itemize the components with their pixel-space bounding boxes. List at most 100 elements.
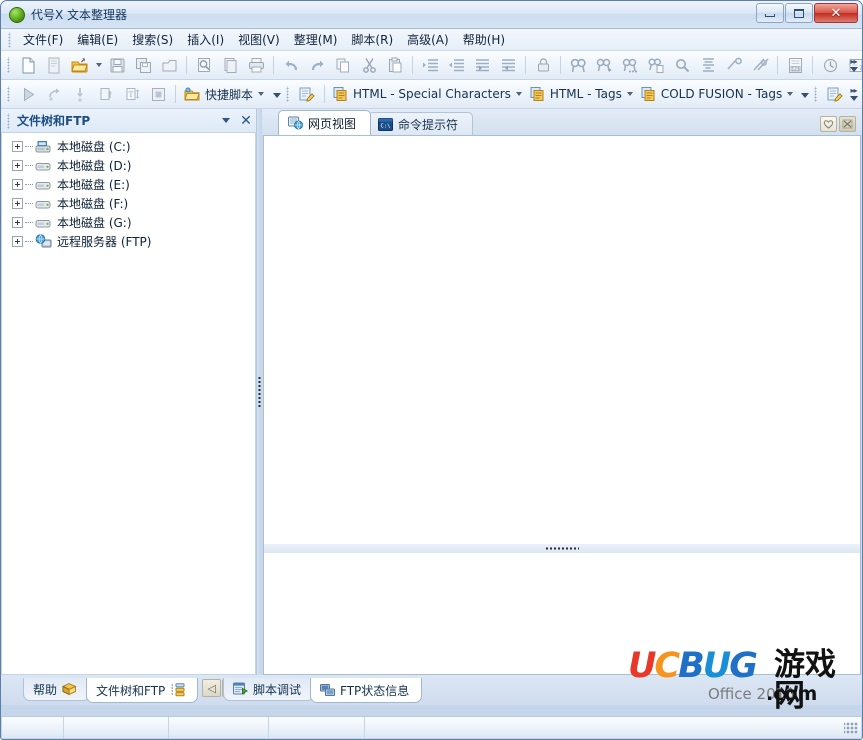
find-in-files-button[interactable] (618, 54, 642, 77)
panel-close-button[interactable]: ✕ (236, 112, 256, 130)
text-format-button[interactable]: T (120, 83, 144, 106)
menu-help[interactable]: 帮助(H) (456, 29, 512, 50)
expand-icon[interactable] (12, 217, 23, 228)
script-toolbar-grip[interactable] (6, 86, 11, 102)
undo-button[interactable] (279, 54, 303, 77)
cold-fusion-tags-dropdown[interactable]: COLD FUSION - Tags (637, 83, 797, 106)
new-file-button[interactable] (16, 54, 40, 77)
tree-item-drive-e[interactable]: 本地磁盘 (E:) (2, 175, 255, 194)
open-file-dropdown[interactable] (93, 54, 104, 77)
panel-menu-button[interactable] (216, 112, 236, 130)
menu-advanced[interactable]: 高级(A) (400, 29, 456, 50)
main-toolbar-grip[interactable] (6, 57, 11, 73)
bottom-tab-script-debug[interactable]: 脚本调试 (223, 678, 315, 701)
close-file-button[interactable] (157, 54, 181, 77)
html-tags-dropdown[interactable]: HTML - Tags (526, 83, 637, 106)
new-from-template-button[interactable] (42, 54, 66, 77)
close-tab-button[interactable] (839, 116, 856, 132)
favorite-button[interactable] (820, 116, 837, 132)
search-preview-button[interactable] (670, 54, 694, 77)
quick-script-icon (184, 87, 200, 100)
tab-web-view[interactable]: 网页视图 (278, 110, 372, 135)
expand-icon[interactable] (12, 236, 23, 247)
maximize-button[interactable] (785, 3, 813, 23)
resize-grip-icon[interactable] (844, 721, 858, 734)
menubar-grip[interactable] (7, 31, 12, 48)
drive-tree[interactable]: 本地磁盘 (C:) 本地磁盘 (D:) 本地磁盘 (E:) 本地磁盘 (F:) … (1, 133, 256, 675)
expand-icon[interactable] (12, 179, 23, 190)
find-button[interactable] (566, 54, 590, 77)
page-setup-button[interactable] (218, 54, 242, 77)
script-toolbar-overflow-button[interactable]: ▸▸ (847, 82, 860, 106)
tree-item-drive-d[interactable]: 本地磁盘 (D:) (2, 156, 255, 175)
file-tree-ftp-panel: 文件树和FTP ✕ 本地磁盘 (C:) 本地磁盘 (D:) 本地磁盘 (E:) … (1, 109, 257, 675)
insert-time-button[interactable] (818, 54, 842, 77)
tree-item-remote-server[interactable]: 远程服务器 (FTP) (2, 232, 255, 251)
edit-script-button[interactable] (295, 83, 319, 106)
tag-toolbar-overflow-button[interactable] (798, 82, 811, 106)
scroll-tabs-left-button[interactable]: ◁ (202, 679, 222, 697)
close-button[interactable]: ✕ (814, 3, 858, 23)
menu-file[interactable]: 文件(F) (16, 29, 70, 50)
sort-button[interactable] (696, 54, 720, 77)
save-all-button[interactable] (131, 54, 155, 77)
open-file-button[interactable] (68, 54, 92, 77)
replace-button[interactable] (644, 54, 668, 77)
close-icon: ✕ (240, 112, 252, 129)
expand-icon[interactable] (12, 198, 23, 209)
expand-icon[interactable] (12, 141, 23, 152)
bottom-tab-ftp-status[interactable]: FTP状态信息 (310, 678, 423, 703)
cut-button[interactable] (357, 54, 381, 77)
bookmark-toggle-button[interactable] (722, 54, 746, 77)
edit-tag-toolbar-grip[interactable] (813, 86, 819, 102)
output-pane[interactable] (263, 553, 861, 675)
web-view-editor-pane[interactable] (263, 135, 861, 544)
tree-item-drive-g[interactable]: 本地磁盘 (G:) (2, 213, 255, 232)
save-button[interactable] (105, 54, 129, 77)
copy-button[interactable] (331, 54, 355, 77)
print-preview-button[interactable] (192, 54, 216, 77)
indent-increase-button[interactable] (418, 54, 442, 77)
bookmark-clear-button[interactable] (748, 54, 772, 77)
step-over-button[interactable] (42, 83, 66, 106)
bottom-tab-help[interactable]: 帮助 (23, 678, 91, 701)
edit-tag-library-button[interactable] (823, 83, 847, 106)
stop-script-button[interactable] (146, 83, 170, 106)
minimize-button[interactable] (756, 3, 784, 23)
menu-search[interactable]: 搜索(S) (125, 29, 180, 50)
main-toolbar-overflow-button[interactable]: ▸▸ (847, 53, 860, 77)
quick-script-overflow-button[interactable] (270, 82, 283, 106)
toolbar-separator (324, 85, 326, 103)
comment-block-button[interactable] (470, 54, 494, 77)
expand-icon[interactable] (12, 160, 23, 171)
menu-edit[interactable]: 编辑(E) (70, 29, 125, 50)
html-special-characters-dropdown[interactable]: HTML - Special Characters (329, 83, 526, 106)
horizontal-splitter[interactable] (263, 544, 861, 553)
tree-item-drive-c[interactable]: 本地磁盘 (C:) (2, 137, 255, 156)
indent-decrease-button[interactable] (444, 54, 468, 77)
tree-item-drive-f[interactable]: 本地磁盘 (F:) (2, 194, 255, 213)
lock-button[interactable] (531, 54, 555, 77)
print-button[interactable] (244, 54, 268, 77)
menu-insert[interactable]: 插入(I) (180, 29, 231, 50)
step-out-button[interactable] (94, 83, 118, 106)
find-next-button[interactable] (592, 54, 616, 77)
column-marker-button[interactable]: 123 (783, 54, 807, 77)
redo-button[interactable] (305, 54, 329, 77)
menu-view[interactable]: 视图(V) (231, 29, 287, 50)
overflow-chevron-icon (272, 92, 281, 98)
menu-organize[interactable]: 整理(M) (287, 29, 345, 50)
menu-script[interactable]: 脚本(R) (344, 29, 400, 50)
panel-grip[interactable] (6, 112, 11, 129)
tree-item-label: 本地磁盘 (F:) (57, 197, 129, 211)
paste-button[interactable] (383, 54, 407, 77)
quick-script-button[interactable]: 快捷脚本 (180, 83, 268, 106)
run-script-button[interactable] (16, 83, 40, 106)
step-into-button[interactable] (68, 83, 92, 106)
bottom-tab-file-tree-ftp[interactable]: 文件树和FTP (86, 678, 199, 703)
overflow-chevron-icon (849, 96, 858, 101)
uncomment-block-button[interactable] (496, 54, 520, 77)
tag-toolbar-grip[interactable] (285, 86, 291, 102)
text-format-icon: T (126, 87, 139, 100)
tab-command-prompt[interactable]: C:\ 命令提示符 (368, 112, 474, 135)
